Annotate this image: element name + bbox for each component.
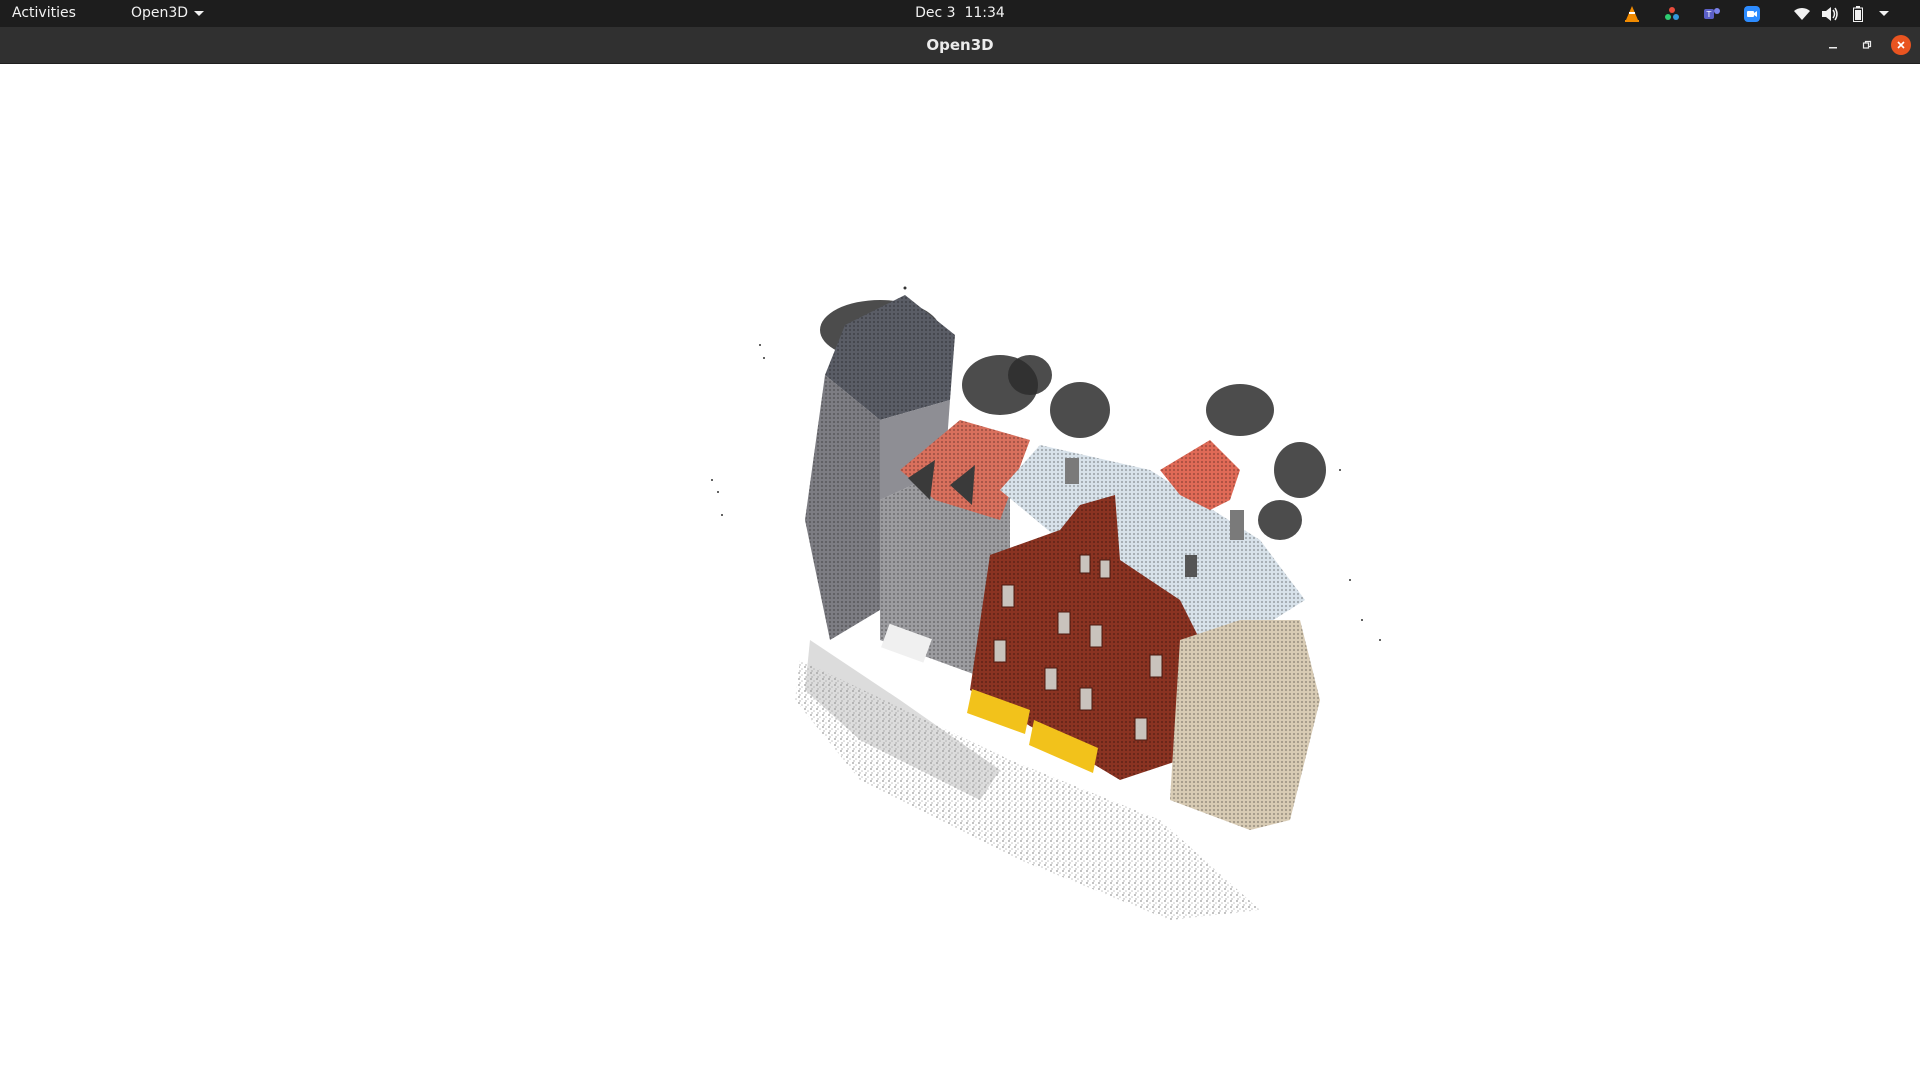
clock-label[interactable]: Dec 3 11:34 bbox=[915, 5, 1005, 21]
close-button[interactable] bbox=[1891, 35, 1911, 55]
color-picker-icon[interactable] bbox=[1662, 4, 1682, 24]
zoom-icon[interactable] bbox=[1742, 4, 1762, 24]
point-cloud-render bbox=[711, 286, 1381, 920]
window-title: Open3D bbox=[926, 36, 994, 54]
restore-button[interactable] bbox=[1857, 35, 1877, 55]
svg-text:T: T bbox=[1706, 10, 1712, 19]
app-menu-label: Open3D bbox=[131, 5, 189, 21]
app-menu-chevron-icon bbox=[194, 11, 205, 16]
minimize-icon bbox=[1829, 47, 1837, 49]
restore-icon bbox=[1862, 40, 1872, 49]
close-icon bbox=[1897, 41, 1905, 49]
volume-icon[interactable] bbox=[1820, 4, 1840, 24]
app-menu-button[interactable]: Open3D bbox=[131, 0, 205, 27]
battery-icon[interactable] bbox=[1848, 4, 1868, 24]
open3d-viewer-canvas[interactable] bbox=[0, 64, 1920, 1080]
top-bar: Activities Open3D Dec 3 11:34 T bbox=[0, 0, 1920, 27]
wifi-icon[interactable] bbox=[1792, 4, 1812, 24]
window-titlebar[interactable]: Open3D bbox=[0, 27, 1920, 64]
minimize-button[interactable] bbox=[1823, 35, 1843, 55]
vlc-icon[interactable] bbox=[1622, 4, 1642, 24]
system-menu-chevron-icon[interactable] bbox=[1874, 4, 1894, 24]
teams-icon[interactable]: T bbox=[1702, 4, 1722, 24]
activities-button[interactable]: Activities bbox=[12, 0, 76, 27]
